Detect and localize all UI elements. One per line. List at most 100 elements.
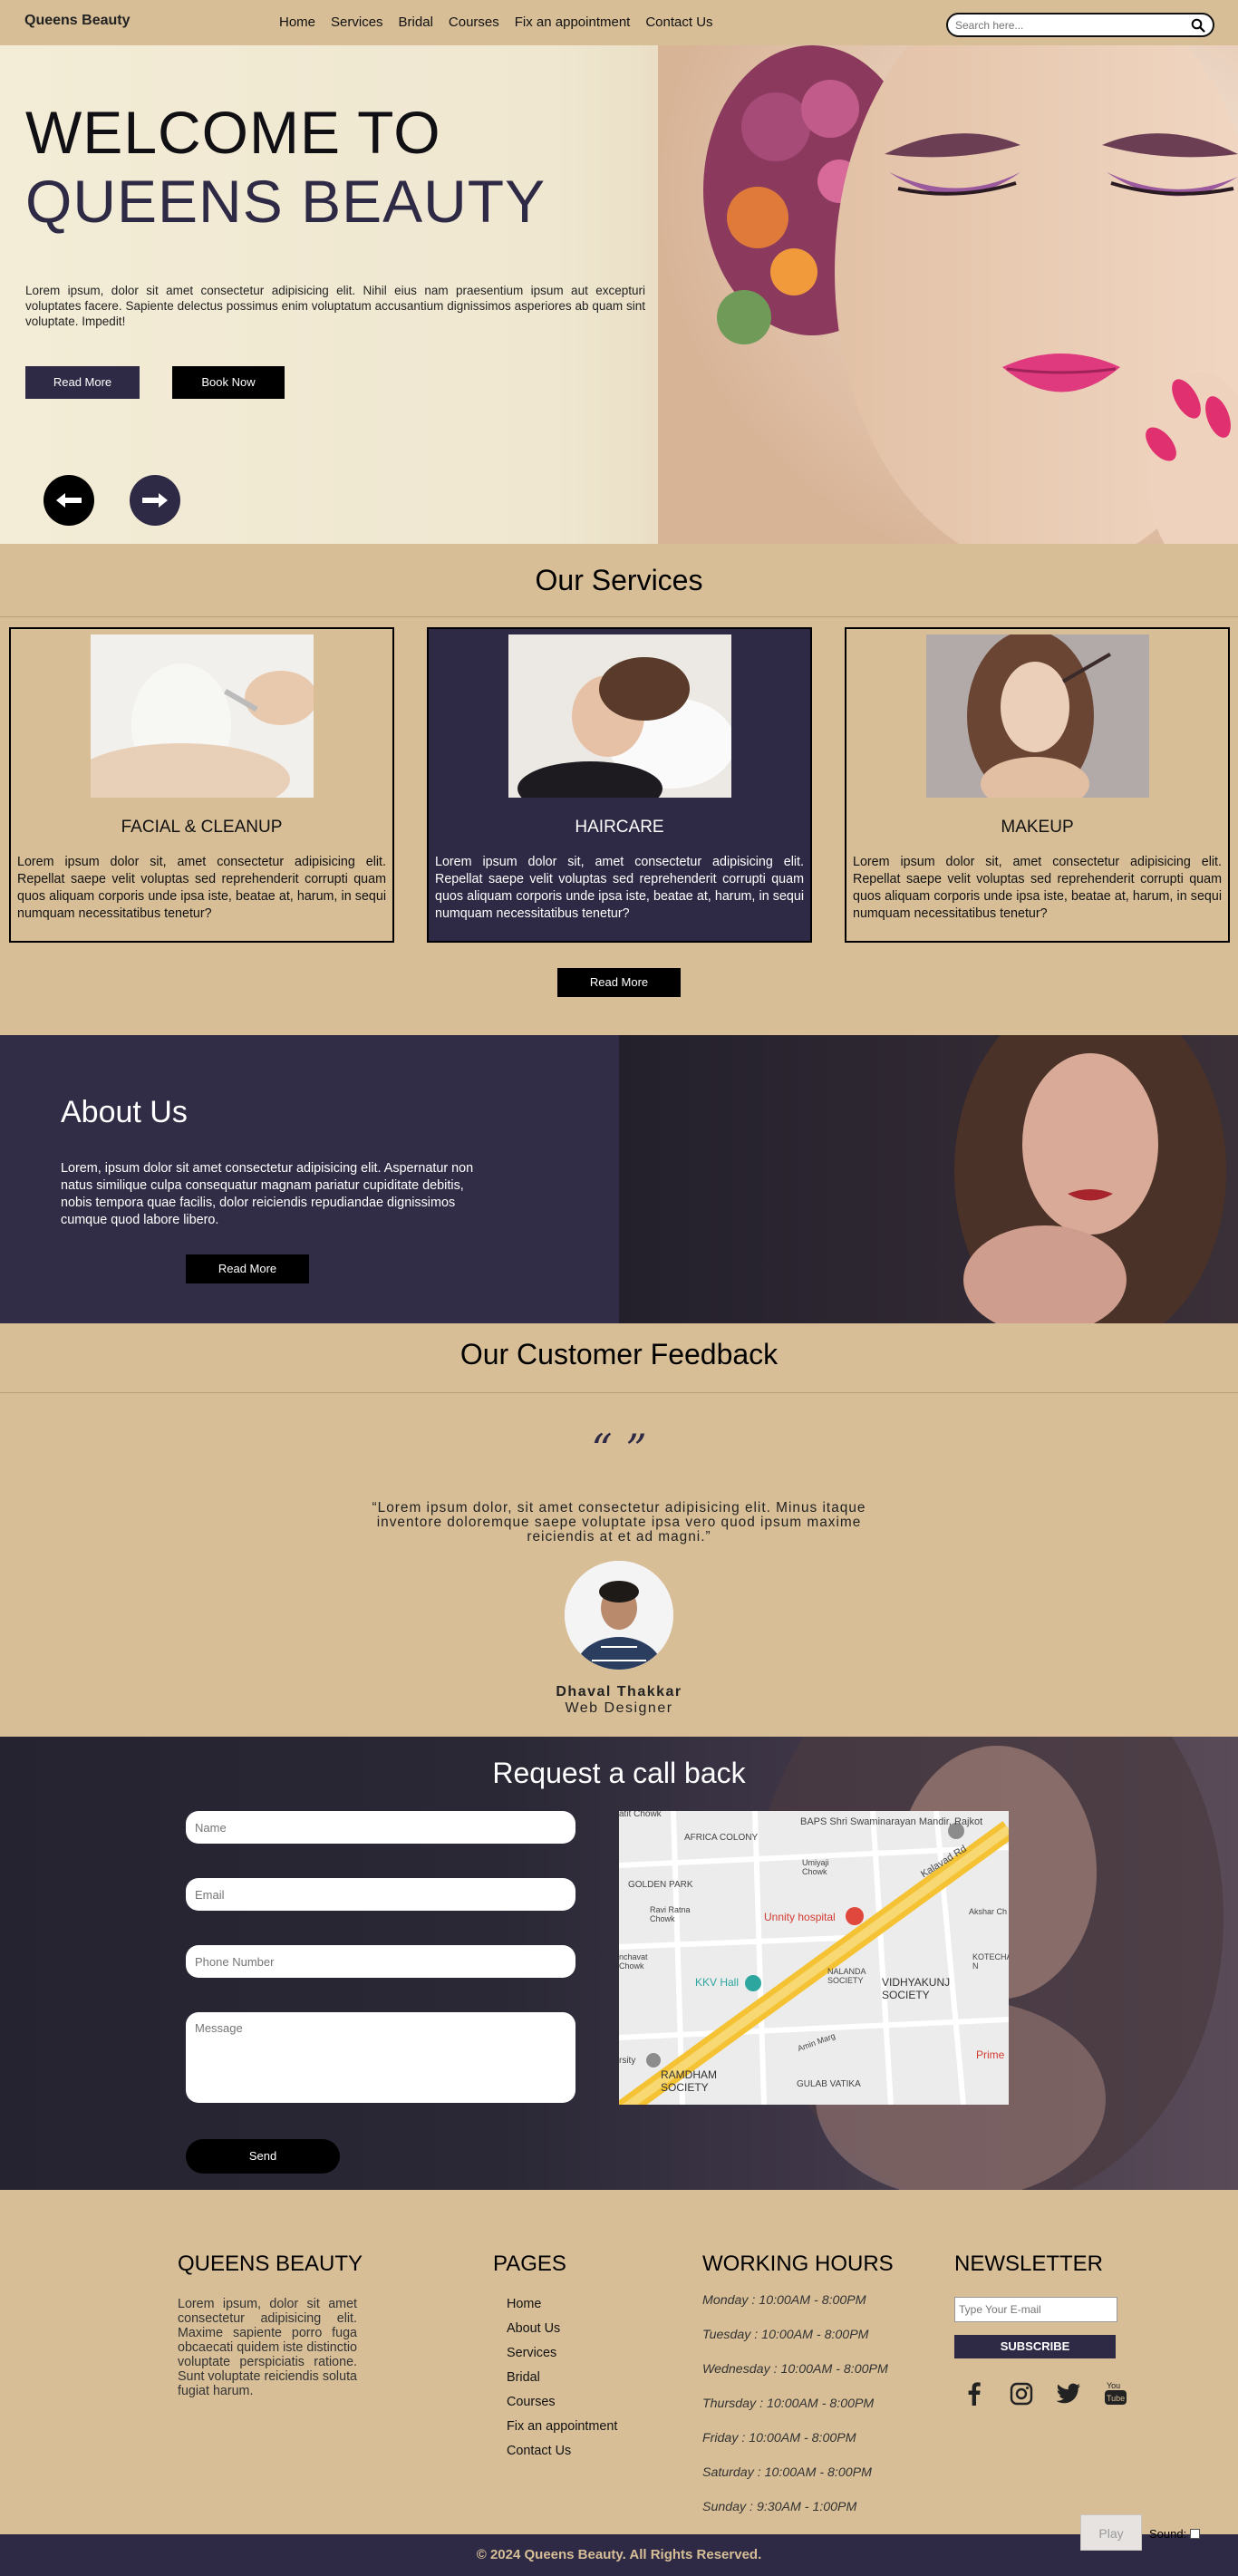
footer-newsletter-title: NEWSLETTER: [954, 2252, 1104, 2276]
hero-title-line1: WELCOME TO: [25, 99, 441, 166]
email-field[interactable]: [186, 1878, 575, 1911]
instagram-icon[interactable]: [1008, 2380, 1035, 2407]
map-label-africa: AFRICA COLONY: [684, 1833, 759, 1843]
callback-section: Request a call back Send BAPS Shri Swami…: [0, 1737, 1238, 2190]
service-title: FACIAL & CLEANUP: [121, 818, 283, 837]
service-card-makeup: MAKEUP Lorem ipsum dolor sit, amet conse…: [845, 627, 1230, 943]
search-icon[interactable]: [1191, 18, 1205, 33]
footer-hours-title: WORKING HOURS: [702, 2252, 894, 2276]
testimonial-role: Web Designer: [565, 1700, 673, 1716]
social-links: You Tube: [961, 2380, 1129, 2407]
map-label-prime: Prime: [976, 2048, 1005, 2061]
services-title: Our Services: [535, 564, 703, 596]
quote-icon: “ ”: [591, 1425, 647, 1474]
map-label-unity: Unnity hospital: [764, 1911, 836, 1923]
send-button[interactable]: Send: [186, 2139, 340, 2174]
sound-label: Sound:: [1149, 2527, 1187, 2541]
map-label-kotecha: KOTECHA N: [972, 1952, 1009, 1971]
about-title: About Us: [61, 1095, 188, 1129]
map-label-baps: BAPS Shri Swaminarayan Mandir, Rajkot: [800, 1816, 983, 1827]
slider-next-button[interactable]: [130, 475, 180, 526]
divider: [0, 616, 1238, 617]
map-label-rsity: rsity: [619, 2056, 636, 2066]
main-menu: Home Services Bridal Courses Fix an appo…: [279, 15, 729, 30]
footer-link-appointment[interactable]: Fix an appointment: [507, 2419, 617, 2444]
search-box: [946, 13, 1214, 37]
location-map[interactable]: BAPS Shri Swaminarayan Mandir, Rajkot AF…: [619, 1811, 1009, 2105]
search-input[interactable]: [955, 18, 1191, 32]
slider-prev-button[interactable]: [44, 475, 94, 526]
haircare-image: [508, 634, 731, 798]
footer-pages-title: PAGES: [493, 2252, 566, 2276]
hero-book-now-button[interactable]: Book Now: [172, 366, 285, 399]
name-field[interactable]: [186, 1811, 575, 1844]
nav-services[interactable]: Services: [331, 15, 383, 30]
map-label-kkv: KKV Hall: [695, 1976, 740, 1989]
twitter-icon[interactable]: [1055, 2380, 1082, 2407]
sound-checkbox[interactable]: [1190, 2529, 1201, 2539]
hours-monday: Monday : 10:00AM - 8:00PM: [702, 2293, 866, 2308]
youtube-icon[interactable]: You Tube: [1102, 2380, 1129, 2407]
play-button[interactable]: Play: [1080, 2514, 1142, 2551]
map-label-gulab: GULAB VATIKA: [797, 2079, 861, 2089]
hours-wednesday: Wednesday : 10:00AM - 8:00PM: [702, 2362, 888, 2377]
footer-link-contact[interactable]: Contact Us: [507, 2444, 617, 2468]
service-text: Lorem ipsum dolor sit, amet consectetur …: [17, 855, 386, 921]
nav-contact-us[interactable]: Contact Us: [645, 15, 712, 30]
subscribe-button[interactable]: SUBSCRIBE: [954, 2335, 1116, 2358]
service-title: HAIRCARE: [575, 818, 664, 837]
copyright-bar: © 2024 Queens Beauty. All Rights Reserve…: [0, 2534, 1238, 2576]
map-label-ramdham: RAMDHAM SOCIETY: [661, 2068, 717, 2094]
map-label-nalanda: NALANDA SOCIETY: [827, 1967, 866, 1985]
svg-text:Tube: Tube: [1107, 2394, 1125, 2403]
sound-toggle[interactable]: Sound:: [1149, 2527, 1201, 2541]
service-card-haircare: HAIRCARE Lorem ipsum dolor sit, amet con…: [427, 627, 812, 943]
svg-text:You: You: [1107, 2381, 1120, 2390]
hero-title-line2: QUEENS BEAUTY: [25, 168, 546, 235]
footer-link-services[interactable]: Services: [507, 2346, 617, 2370]
facebook-icon[interactable]: [961, 2380, 988, 2407]
map-label-golden: GOLDEN PARK: [628, 1880, 693, 1890]
hero-read-more-button[interactable]: Read More: [25, 366, 140, 399]
hours-sunday: Sunday : 9:30AM - 1:00PM: [702, 2500, 857, 2514]
footer-link-about[interactable]: About Us: [507, 2321, 617, 2346]
nav-bridal[interactable]: Bridal: [399, 15, 433, 30]
newsletter-email-input[interactable]: [954, 2297, 1117, 2322]
testimonial-quote: “Lorem ipsum dolor, sit amet consectetur…: [372, 1500, 866, 1545]
top-navbar: Queens Beauty Home Services Bridal Cours…: [0, 0, 1238, 45]
feedback-title: Our Customer Feedback: [459, 1338, 779, 1370]
footer-brand-title: QUEENS BEAUTY: [178, 2252, 363, 2276]
callback-title: Request a call back: [492, 1757, 746, 1789]
hours-friday: Friday : 10:00AM - 8:00PM: [702, 2431, 856, 2445]
about-text: Lorem, ipsum dolor sit amet consectetur …: [61, 1161, 474, 1227]
phone-field[interactable]: [186, 1945, 575, 1978]
services-read-more-button[interactable]: Read More: [557, 968, 681, 997]
brand-logo[interactable]: Queens Beauty: [24, 13, 130, 29]
arrow-left-icon: [56, 493, 82, 508]
map-label-nachavat: nchavat Chowk: [619, 1952, 648, 1971]
service-title: MAKEUP: [1001, 818, 1074, 837]
footer-brand-text: Lorem ipsum, dolor sit amet consectetur …: [178, 2297, 357, 2398]
footer-link-courses[interactable]: Courses: [507, 2395, 617, 2419]
facial-image: [91, 634, 314, 798]
footer-link-home[interactable]: Home: [507, 2297, 617, 2321]
nav-courses[interactable]: Courses: [449, 15, 499, 30]
hero-model-image: [658, 45, 1238, 544]
message-field[interactable]: [186, 2012, 575, 2103]
nav-home[interactable]: Home: [279, 15, 315, 30]
hero-banner: WELCOME TO QUEENS BEAUTY Lorem ipsum, do…: [0, 45, 1238, 544]
about-read-more-button[interactable]: Read More: [186, 1254, 309, 1283]
map-label-mahatit: atit Chowk: [619, 1811, 662, 1819]
footer-link-bridal[interactable]: Bridal: [507, 2370, 617, 2395]
footer: QUEENS BEAUTY Lorem ipsum, dolor sit ame…: [0, 2190, 1238, 2534]
makeup-image: [926, 634, 1149, 798]
divider: [0, 1392, 1238, 1393]
hours-thursday: Thursday : 10:00AM - 8:00PM: [702, 2397, 875, 2411]
testimonial-name: Dhaval Thakkar: [556, 1684, 682, 1700]
avatar: [565, 1561, 673, 1670]
hero-description: Lorem ipsum, dolor sit amet consectetur …: [25, 284, 645, 328]
footer-pages-list: Home About Us Services Bridal Courses Fi…: [507, 2297, 617, 2468]
nav-fix-appointment[interactable]: Fix an appointment: [515, 15, 631, 30]
working-hours-list: Monday : 10:00AM - 8:00PM Tuesday : 10:0…: [702, 2293, 888, 2534]
service-text: Lorem ipsum dolor sit, amet consectetur …: [853, 855, 1222, 921]
